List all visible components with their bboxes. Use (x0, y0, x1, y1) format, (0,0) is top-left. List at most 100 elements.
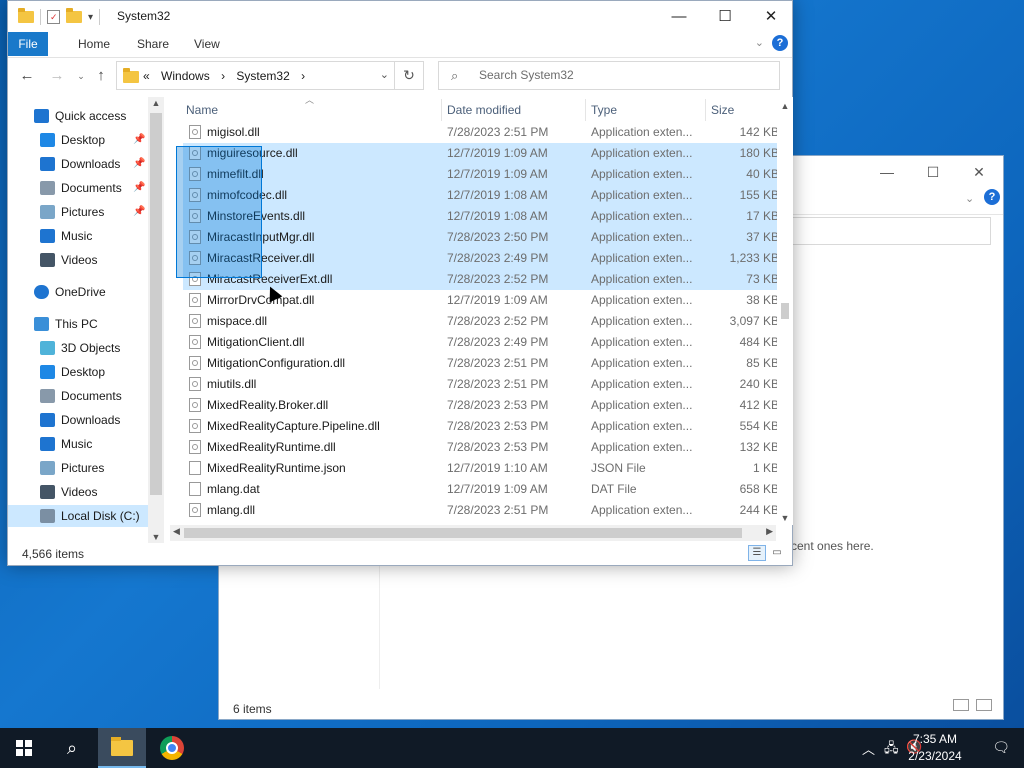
help-icon[interactable]: ? (984, 189, 1000, 205)
file-row[interactable]: migisol.dll 7/28/2023 2:51 PM Application … (183, 122, 778, 143)
scroll-up-icon[interactable]: ▲ (148, 98, 164, 108)
address-bar[interactable]: « Windows › System32 › ⌄ ↻ (116, 61, 424, 90)
nav-item-downloads[interactable]: Downloads (8, 409, 143, 431)
column-divider[interactable] (441, 99, 442, 121)
taskbar-file-explorer[interactable] (98, 728, 146, 768)
new-folder-icon[interactable] (66, 8, 82, 23)
title-bar[interactable]: ✓ ▾ System32 — ☐ ✕ (8, 1, 792, 32)
properties-icon[interactable]: ✓ (47, 10, 60, 24)
file-row[interactable]: mlang.dll 7/28/2023 2:51 PM Application ex… (183, 500, 778, 521)
taskbar-chrome[interactable] (148, 728, 196, 768)
file-row[interactable]: miutils.dll 7/28/2023 2:51 PM Application … (183, 374, 778, 395)
show-hidden-icons-icon[interactable]: ︿ (862, 739, 875, 758)
column-divider[interactable] (585, 99, 586, 121)
nav-item-onedrive[interactable]: OneDrive (8, 281, 143, 303)
file-row[interactable]: MinstoreEvents.dll 12/7/2019 1:08 AM Appli… (183, 206, 778, 227)
scroll-right-icon[interactable]: ▶ (766, 526, 773, 537)
horizontal-scrollbar[interactable]: ◀ ▶ (170, 525, 776, 541)
breadcrumb-separator[interactable]: › (301, 69, 305, 83)
file-row[interactable]: mispace.dll 7/28/2023 2:52 PM Application … (183, 311, 778, 332)
network-icon[interactable]: 🖧 (884, 739, 899, 761)
file-row[interactable]: mimofcodec.dll 12/7/2019 1:08 AM Applicati… (183, 185, 778, 206)
help-icon[interactable]: ? (772, 35, 788, 51)
file-row[interactable]: MiracastInputMgr.dll 7/28/2023 2:50 PM App… (183, 227, 778, 248)
recent-locations-icon[interactable]: ⌄ (70, 66, 92, 86)
breadcrumb-windows[interactable]: Windows (161, 69, 210, 83)
nav-item-documents[interactable]: Documents 📌 (8, 177, 145, 199)
file-row[interactable]: MitigationClient.dll 7/28/2023 2:49 PM App… (183, 332, 778, 353)
large-icons-view-icon[interactable]: ▭ (768, 545, 786, 561)
column-divider[interactable] (705, 99, 706, 121)
tab-view[interactable]: View (186, 32, 228, 56)
column-header-name[interactable]: Name (186, 103, 218, 117)
nav-item-desktop[interactable]: Desktop (8, 361, 143, 383)
address-bar-back[interactable]: s (779, 217, 991, 245)
minimize-button-back[interactable]: — (864, 160, 910, 184)
nav-item-3d-objects[interactable]: 3D Objects (8, 337, 143, 359)
nav-item-pictures[interactable]: Pictures 📌 (8, 201, 145, 223)
tab-home[interactable]: Home (70, 32, 118, 56)
nav-item-pictures[interactable]: Pictures (8, 457, 143, 479)
column-header-date[interactable]: Date modified (447, 103, 521, 117)
clock[interactable]: 7:35 AM 2/23/2024 (904, 731, 966, 765)
close-button-back[interactable]: ✕ (956, 160, 1002, 184)
nav-item-videos[interactable]: Videos (8, 249, 143, 271)
scroll-left-icon[interactable]: ◀ (173, 526, 180, 537)
maximize-button[interactable]: ☐ (702, 1, 748, 32)
minimize-button[interactable]: — (656, 1, 702, 32)
nav-item-downloads[interactable]: Downloads 📌 (8, 153, 145, 175)
scroll-up-icon[interactable]: ▲ (777, 101, 793, 111)
file-row[interactable]: MixedReality.Broker.dll 7/28/2023 2:53 PM… (183, 395, 778, 416)
explorer-window[interactable]: ✓ ▾ System32 — ☐ ✕ File Home Share View … (7, 0, 793, 566)
file-row[interactable]: MiracastReceiver.dll 7/28/2023 2:49 PM App… (183, 248, 778, 269)
nav-item-local-disk-c[interactable]: Local Disk (C:) (8, 505, 148, 527)
close-button[interactable]: ✕ (748, 1, 794, 32)
expand-ribbon-icon[interactable]: ⌄ (755, 36, 764, 49)
scrollbar-thumb[interactable] (781, 303, 789, 319)
scroll-down-icon[interactable]: ▼ (777, 513, 793, 523)
search-box[interactable]: ⌕ (438, 61, 780, 90)
view-toggle-icons[interactable] (953, 699, 993, 713)
up-button[interactable]: ↑ (90, 66, 112, 86)
file-row[interactable]: MixedRealityCapture.Pipeline.dll 7/28/202… (183, 416, 778, 437)
notifications-icon[interactable]: 🗨 (992, 739, 1010, 756)
column-header-size[interactable]: Size (711, 103, 734, 117)
nav-item-music[interactable]: Music (8, 433, 143, 455)
search-icon[interactable]: ⌕ (48, 728, 96, 768)
nav-item-videos[interactable]: Videos (8, 481, 143, 503)
nav-item-documents[interactable]: Documents (8, 385, 143, 407)
breadcrumb-separator[interactable]: › (221, 69, 225, 83)
breadcrumb-overflow[interactable]: « (143, 69, 150, 83)
nav-item-music[interactable]: Music (8, 225, 143, 247)
large-icons-view-icon[interactable] (976, 699, 993, 711)
breadcrumb-system32[interactable]: System32 (236, 69, 289, 83)
address-dropdown-icon[interactable]: ⌄ (380, 68, 389, 81)
customize-toolbar-icon[interactable]: ▾ (88, 12, 93, 23)
file-row[interactable]: MitigationConfiguration.dll 7/28/2023 2:5… (183, 353, 778, 374)
scroll-down-icon[interactable]: ▼ (148, 532, 164, 542)
details-view-icon[interactable] (953, 699, 969, 711)
file-list-scrollbar[interactable]: ▲ ▼ (777, 97, 793, 525)
tab-file[interactable]: File (8, 32, 48, 56)
scrollbar-thumb[interactable] (150, 113, 162, 495)
nav-item-quick-access[interactable]: Quick access (8, 105, 143, 127)
details-view-icon[interactable]: ☰ (748, 545, 766, 561)
nav-pane-scrollbar[interactable]: ▲ ▼ (148, 97, 164, 543)
file-row[interactable]: mimefilt.dll 12/7/2019 1:09 AM Application… (183, 164, 778, 185)
scrollbar-thumb[interactable] (184, 528, 742, 538)
start-button[interactable] (0, 728, 48, 768)
refresh-button[interactable]: ↻ (394, 62, 423, 89)
nav-item-desktop[interactable]: Desktop 📌 (8, 129, 145, 151)
back-button[interactable]: ← (16, 66, 38, 86)
maximize-button-back[interactable]: ☐ (910, 160, 956, 184)
tab-share[interactable]: Share (129, 32, 177, 56)
file-row[interactable]: miguiresource.dll 12/7/2019 1:09 AM Applic… (183, 143, 778, 164)
file-row[interactable]: MixedRealityRuntime.json 12/7/2019 1:10 A… (183, 458, 778, 479)
file-row[interactable]: mlang.dat 12/7/2019 1:09 AM DAT File 658 KB (183, 479, 778, 500)
chevron-down-icon[interactable]: ⌄ (965, 192, 974, 205)
nav-item-this-pc[interactable]: This PC (8, 313, 143, 335)
forward-button[interactable]: → (46, 66, 68, 86)
file-row[interactable]: MixedRealityRuntime.dll 7/28/2023 2:53 PM… (183, 437, 778, 458)
search-input[interactable] (477, 67, 761, 83)
column-header-type[interactable]: Type (591, 103, 617, 117)
